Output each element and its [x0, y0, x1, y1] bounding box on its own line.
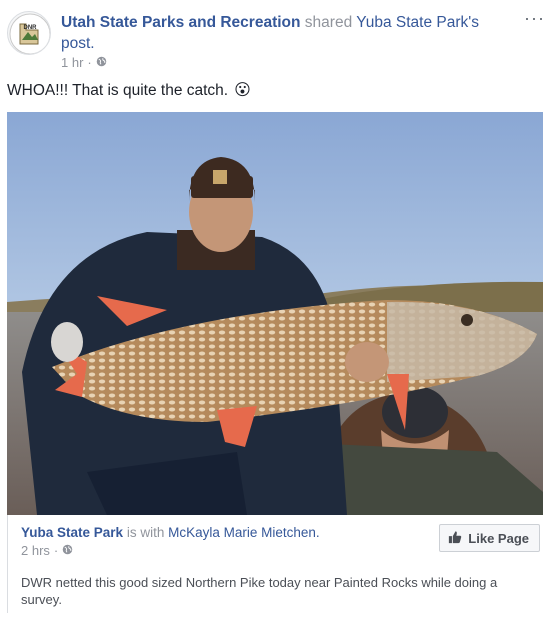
globe-icon: [96, 55, 107, 70]
meta-separator: ·: [53, 543, 59, 558]
shared-post-header: Yuba State Park is with McKayla Marie Mi…: [21, 525, 320, 540]
shared-page-name-link[interactable]: Yuba State Park: [21, 525, 123, 540]
post-photo[interactable]: [7, 112, 543, 515]
more-options-button[interactable]: ···: [524, 8, 545, 29]
dnr-logo-icon: DNR: [9, 13, 50, 54]
shared-post-text: DWR netted this good sized Northern Pike…: [21, 575, 498, 607]
shared-post-meta: 2 hrs ·: [21, 543, 73, 558]
shared-label: shared: [304, 14, 353, 31]
tagged-person-link[interactable]: McKayla Marie Mietchen.: [168, 525, 320, 540]
fishing-photo-image: [7, 112, 543, 515]
feed-post: DNR Utah State Parks and Recreation shar…: [0, 0, 557, 623]
post-body: WHOA!!! That is quite the catch. 😮: [7, 80, 251, 102]
shared-post-timestamp[interactable]: 2 hrs: [21, 543, 50, 558]
with-label: is with: [126, 525, 165, 540]
like-page-button[interactable]: Like Page: [439, 524, 540, 552]
surprised-emoji-icon: 😮: [234, 82, 251, 99]
logo-text: DNR: [24, 25, 38, 31]
post-body-text: WHOA!!! That is quite the catch.: [7, 82, 229, 99]
meta-separator: ·: [87, 55, 92, 70]
globe-icon: [62, 543, 73, 558]
shared-source-link[interactable]: Yuba State Park's: [356, 14, 479, 31]
thumbs-up-icon: [448, 530, 462, 547]
page-name-link[interactable]: Utah State Parks and Recreation: [61, 14, 300, 31]
shared-post: Yuba State Park is with McKayla Marie Mi…: [7, 515, 544, 613]
like-page-label: Like Page: [468, 530, 529, 546]
post-link[interactable]: post.: [61, 35, 95, 52]
post-timestamp[interactable]: 1 hr: [61, 55, 83, 70]
page-avatar[interactable]: DNR: [7, 11, 51, 55]
post-meta: 1 hr ·: [61, 55, 107, 70]
post-header: Utah State Parks and Recreation shared Y…: [61, 12, 516, 54]
